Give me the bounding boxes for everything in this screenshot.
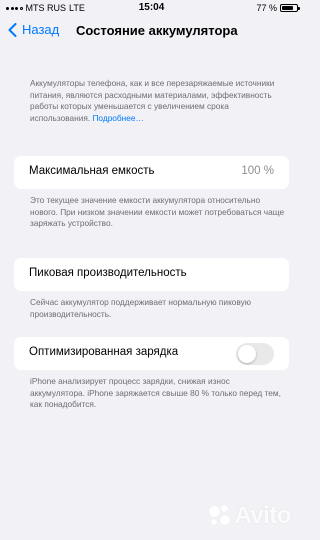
intro-description: Аккумуляторы телефона, как и все перезар…: [30, 78, 285, 124]
page-title: Состояние аккумулятора: [76, 23, 238, 38]
optimized-charging-description: iPhone анализирует процесс зарядки, сниж…: [30, 376, 281, 410]
peak-performance-row: Пиковая производительность: [14, 258, 289, 291]
battery-percent: 77 %: [256, 3, 277, 13]
back-label: Назад: [22, 22, 60, 37]
avito-logo-icon: [207, 504, 231, 528]
toggle-knob: [238, 344, 256, 363]
battery-fill: [282, 6, 293, 10]
status-right: 77 %: [256, 3, 300, 13]
intro-text: Аккумуляторы телефона, как и все перезар…: [30, 78, 275, 123]
chevron-left-icon: [8, 22, 17, 37]
back-button[interactable]: Назад: [8, 22, 59, 37]
max-capacity-description: Это текущее значение емкости аккумулятор…: [30, 195, 285, 229]
status-bar: MTS RUS LTE 15:04 77 %: [0, 0, 303, 16]
optimized-charging-label: Оптимизированная зарядка: [29, 346, 179, 358]
optimized-charging-toggle[interactable]: [236, 342, 274, 365]
learn-more-link[interactable]: Подробнее…: [92, 113, 143, 123]
nav-bar: Назад Состояние аккумулятора: [0, 16, 303, 46]
battery-icon: [280, 4, 300, 12]
peak-performance-description: Сейчас аккумулятор поддерживает нормальн…: [30, 297, 251, 319]
max-capacity-label: Максимальная емкость: [29, 165, 155, 177]
peak-performance-label: Пиковая производительность: [29, 267, 187, 279]
optimized-charging-row: Оптимизированная зарядка: [14, 337, 289, 370]
max-capacity-value: 100 %: [241, 165, 274, 177]
max-capacity-row: Максимальная емкость 100 %: [14, 156, 289, 189]
watermark-text: Avito: [234, 502, 291, 529]
avito-watermark: Avito: [207, 502, 291, 530]
